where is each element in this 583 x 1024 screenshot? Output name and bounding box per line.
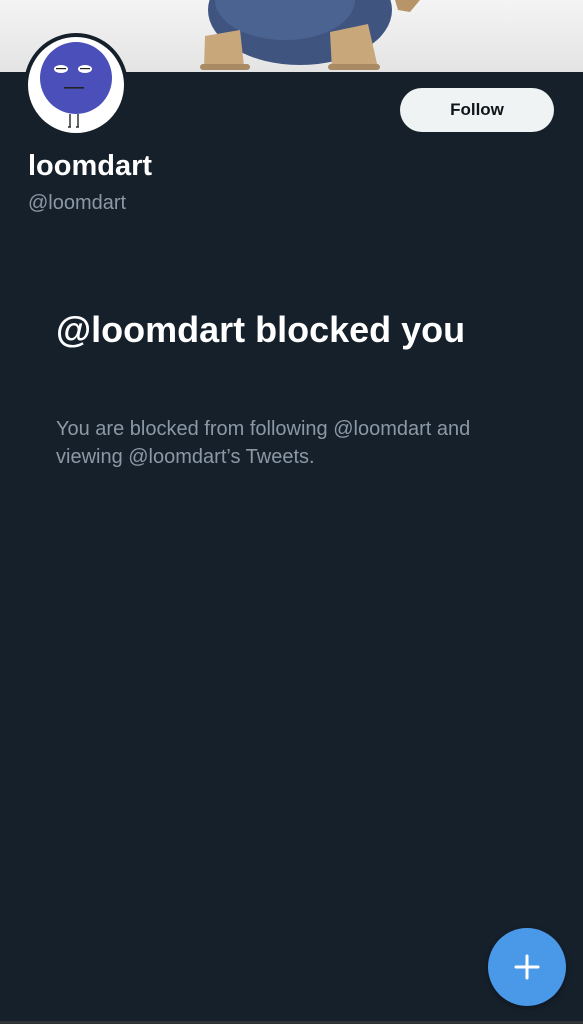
blocked-title: @loomdart blocked you	[56, 309, 466, 350]
profile-page: Follow loomdart @loomdart @loomdart bloc…	[0, 0, 583, 1024]
avatar-character	[40, 42, 112, 128]
profile-display-name: loomdart	[28, 150, 153, 182]
compose-tweet-button[interactable]	[488, 928, 566, 1006]
plus-icon	[488, 928, 566, 1006]
avatar[interactable]	[24, 33, 128, 137]
follow-button[interactable]: Follow	[400, 88, 554, 132]
blocked-description: You are blocked from following @loomdart…	[56, 418, 471, 468]
avatar-image	[28, 37, 124, 133]
profile-handle: @loomdart	[28, 192, 127, 214]
